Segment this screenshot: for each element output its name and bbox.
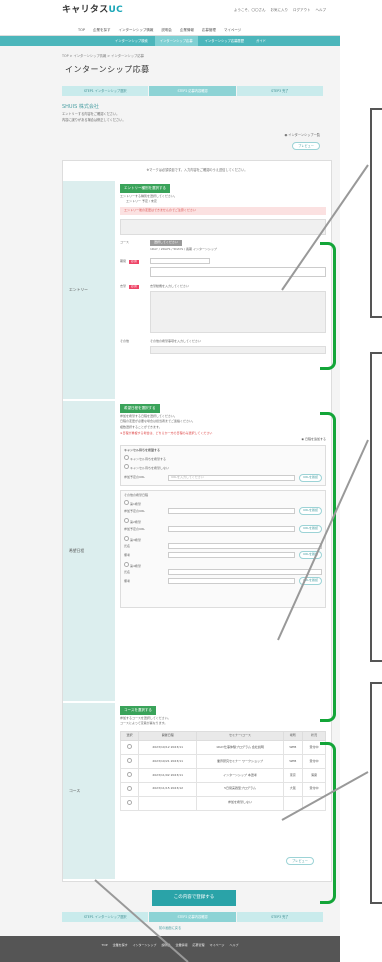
pointer-line [94,879,189,962]
pointer-line [281,771,369,821]
pointer-lines [94,164,369,962]
pointer-line [281,164,369,291]
pointer-line [277,439,369,641]
page: キャリタスUC ようこそ、〇〇さん お気に入り ログアウト ヘルプ TOP 企業… [0,0,382,962]
